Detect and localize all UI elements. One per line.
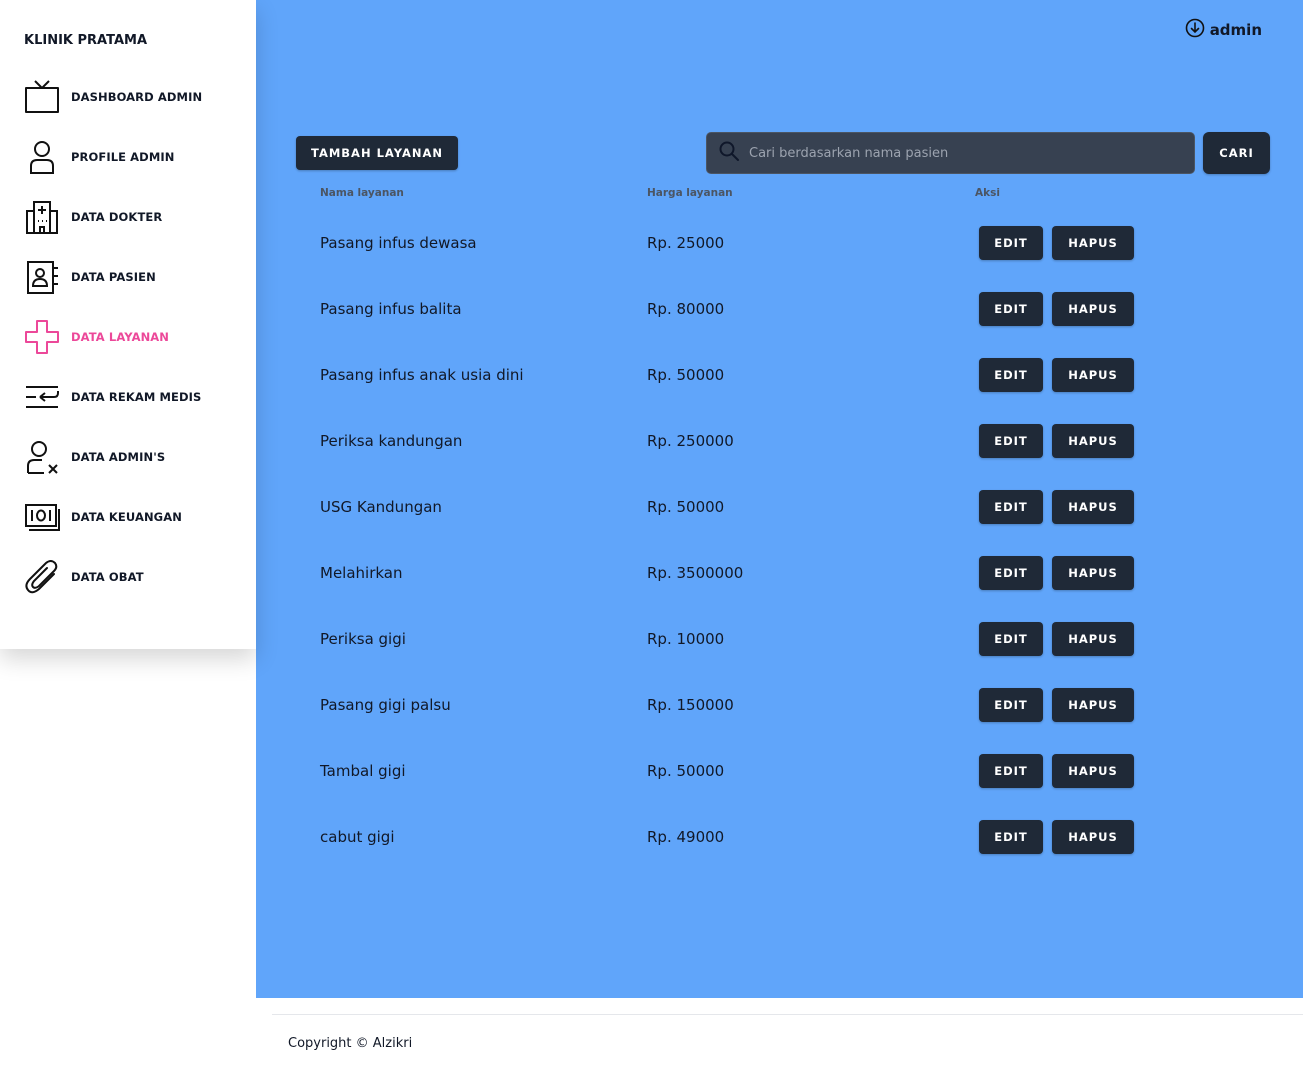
sidebar-item-data-pasien[interactable]: DATA PASIEN bbox=[24, 257, 244, 297]
service-name: Pasang infus dewasa bbox=[320, 234, 477, 252]
table-row: cabut gigi Rp. 49000 EDIT HAPUS bbox=[256, 820, 1303, 886]
service-price: Rp. 250000 bbox=[647, 432, 734, 450]
delete-button[interactable]: HAPUS bbox=[1052, 622, 1134, 656]
delete-button[interactable]: HAPUS bbox=[1052, 490, 1134, 524]
delete-button[interactable]: HAPUS bbox=[1052, 358, 1134, 392]
service-price: Rp. 3500000 bbox=[647, 564, 744, 582]
delete-button[interactable]: HAPUS bbox=[1052, 226, 1134, 260]
column-header-price: Harga layanan bbox=[647, 187, 733, 199]
service-name: Pasang gigi palsu bbox=[320, 696, 451, 714]
text-wrap-icon bbox=[24, 379, 60, 415]
table-row: Pasang gigi palsu Rp. 150000 EDIT HAPUS bbox=[256, 688, 1303, 754]
delete-button[interactable]: HAPUS bbox=[1052, 688, 1134, 722]
service-name: Periksa gigi bbox=[320, 630, 406, 648]
service-name: Melahirkan bbox=[320, 564, 403, 582]
service-price: Rp. 10000 bbox=[647, 630, 725, 648]
service-name: Pasang infus balita bbox=[320, 300, 462, 318]
sidebar-item-label: PROFILE ADMIN bbox=[71, 150, 175, 164]
add-service-button[interactable]: TAMBAH LAYANAN bbox=[296, 136, 458, 170]
edit-button[interactable]: EDIT bbox=[979, 226, 1043, 260]
user-menu[interactable]: admin bbox=[1185, 18, 1262, 42]
tv-icon bbox=[24, 79, 60, 115]
money-icon bbox=[24, 499, 60, 535]
delete-button[interactable]: HAPUS bbox=[1052, 754, 1134, 788]
table-row: Periksa kandungan Rp. 250000 EDIT HAPUS bbox=[256, 424, 1303, 490]
brand-title: KLINIK PRATAMA bbox=[24, 33, 148, 48]
sidebar-item-label: DATA KEUANGAN bbox=[71, 510, 182, 524]
service-name: cabut gigi bbox=[320, 828, 395, 846]
table-row: Periksa gigi Rp. 10000 EDIT HAPUS bbox=[256, 622, 1303, 688]
delete-button[interactable]: HAPUS bbox=[1052, 424, 1134, 458]
sidebar: KLINIK PRATAMA DASHBOARD ADMIN PROFILE A… bbox=[0, 0, 256, 649]
service-name: USG Kandungan bbox=[320, 498, 442, 516]
edit-button[interactable]: EDIT bbox=[979, 688, 1043, 722]
service-price: Rp. 25000 bbox=[647, 234, 725, 252]
sidebar-item-label: DATA ADMIN'S bbox=[71, 450, 166, 464]
sidebar-item-label: DATA REKAM MEDIS bbox=[71, 390, 202, 404]
sidebar-item-data-obat[interactable]: DATA OBAT bbox=[24, 557, 244, 597]
search-icon bbox=[707, 140, 740, 166]
service-price: Rp. 80000 bbox=[647, 300, 725, 318]
table-row: Tambal gigi Rp. 50000 EDIT HAPUS bbox=[256, 754, 1303, 820]
medical-cross-icon bbox=[24, 319, 60, 355]
sidebar-item-data-dokter[interactable]: DATA DOKTER bbox=[24, 197, 244, 237]
user-name: admin bbox=[1209, 21, 1262, 39]
footer-copyright: Copyright © Alzikri bbox=[288, 1036, 413, 1051]
table-row: USG Kandungan Rp. 50000 EDIT HAPUS bbox=[256, 490, 1303, 556]
edit-button[interactable]: EDIT bbox=[979, 556, 1043, 590]
service-name: Pasang infus anak usia dini bbox=[320, 366, 524, 384]
search-box bbox=[706, 132, 1195, 174]
user-remove-icon bbox=[24, 439, 60, 475]
search-input[interactable] bbox=[749, 145, 1169, 161]
sidebar-item-label: DATA DOKTER bbox=[71, 210, 163, 224]
hospital-icon bbox=[24, 199, 60, 235]
edit-button[interactable]: EDIT bbox=[979, 754, 1043, 788]
sidebar-item-label: DATA PASIEN bbox=[71, 270, 156, 284]
sidebar-item-profile-admin[interactable]: PROFILE ADMIN bbox=[24, 137, 244, 177]
service-price: Rp. 50000 bbox=[647, 498, 725, 516]
delete-button[interactable]: HAPUS bbox=[1052, 820, 1134, 854]
search-button[interactable]: CARI bbox=[1203, 132, 1270, 174]
main-content: admin TAMBAH LAYANAN CARI Nama layanan H… bbox=[256, 0, 1303, 998]
sidebar-item-label: DATA OBAT bbox=[71, 570, 144, 584]
edit-button[interactable]: EDIT bbox=[979, 292, 1043, 326]
user-icon bbox=[24, 139, 60, 175]
sidebar-item-data-admins[interactable]: DATA ADMIN'S bbox=[24, 437, 244, 477]
table-row: Pasang infus dewasa Rp. 25000 EDIT HAPUS bbox=[256, 226, 1303, 292]
contact-book-icon bbox=[24, 259, 60, 295]
service-price: Rp. 50000 bbox=[647, 366, 725, 384]
paperclip-icon bbox=[24, 559, 60, 595]
delete-button[interactable]: HAPUS bbox=[1052, 556, 1134, 590]
table-row: Pasang infus balita Rp. 80000 EDIT HAPUS bbox=[256, 292, 1303, 358]
arrow-down-circle-icon bbox=[1185, 18, 1205, 42]
edit-button[interactable]: EDIT bbox=[979, 820, 1043, 854]
edit-button[interactable]: EDIT bbox=[979, 424, 1043, 458]
service-price: Rp. 49000 bbox=[647, 828, 725, 846]
sidebar-item-label: DATA LAYANAN bbox=[71, 330, 170, 344]
sidebar-item-dashboard-admin[interactable]: DASHBOARD ADMIN bbox=[24, 77, 244, 117]
sidebar-item-data-keuangan[interactable]: DATA KEUANGAN bbox=[24, 497, 244, 537]
edit-button[interactable]: EDIT bbox=[979, 490, 1043, 524]
sidebar-item-data-layanan[interactable]: DATA LAYANAN bbox=[24, 317, 244, 357]
service-name: Tambal gigi bbox=[320, 762, 406, 780]
edit-button[interactable]: EDIT bbox=[979, 622, 1043, 656]
service-name: Periksa kandungan bbox=[320, 432, 463, 450]
delete-button[interactable]: HAPUS bbox=[1052, 292, 1134, 326]
footer-divider bbox=[272, 1014, 1303, 1015]
edit-button[interactable]: EDIT bbox=[979, 358, 1043, 392]
sidebar-item-data-rekam-medis[interactable]: DATA REKAM MEDIS bbox=[24, 377, 244, 417]
table-row: Pasang infus anak usia dini Rp. 50000 ED… bbox=[256, 358, 1303, 424]
table-row: Melahirkan Rp. 3500000 EDIT HAPUS bbox=[256, 556, 1303, 622]
column-header-name: Nama layanan bbox=[320, 187, 404, 199]
service-price: Rp. 50000 bbox=[647, 762, 725, 780]
column-header-action: Aksi bbox=[975, 187, 1000, 199]
service-price: Rp. 150000 bbox=[647, 696, 734, 714]
sidebar-item-label: DASHBOARD ADMIN bbox=[71, 90, 203, 104]
